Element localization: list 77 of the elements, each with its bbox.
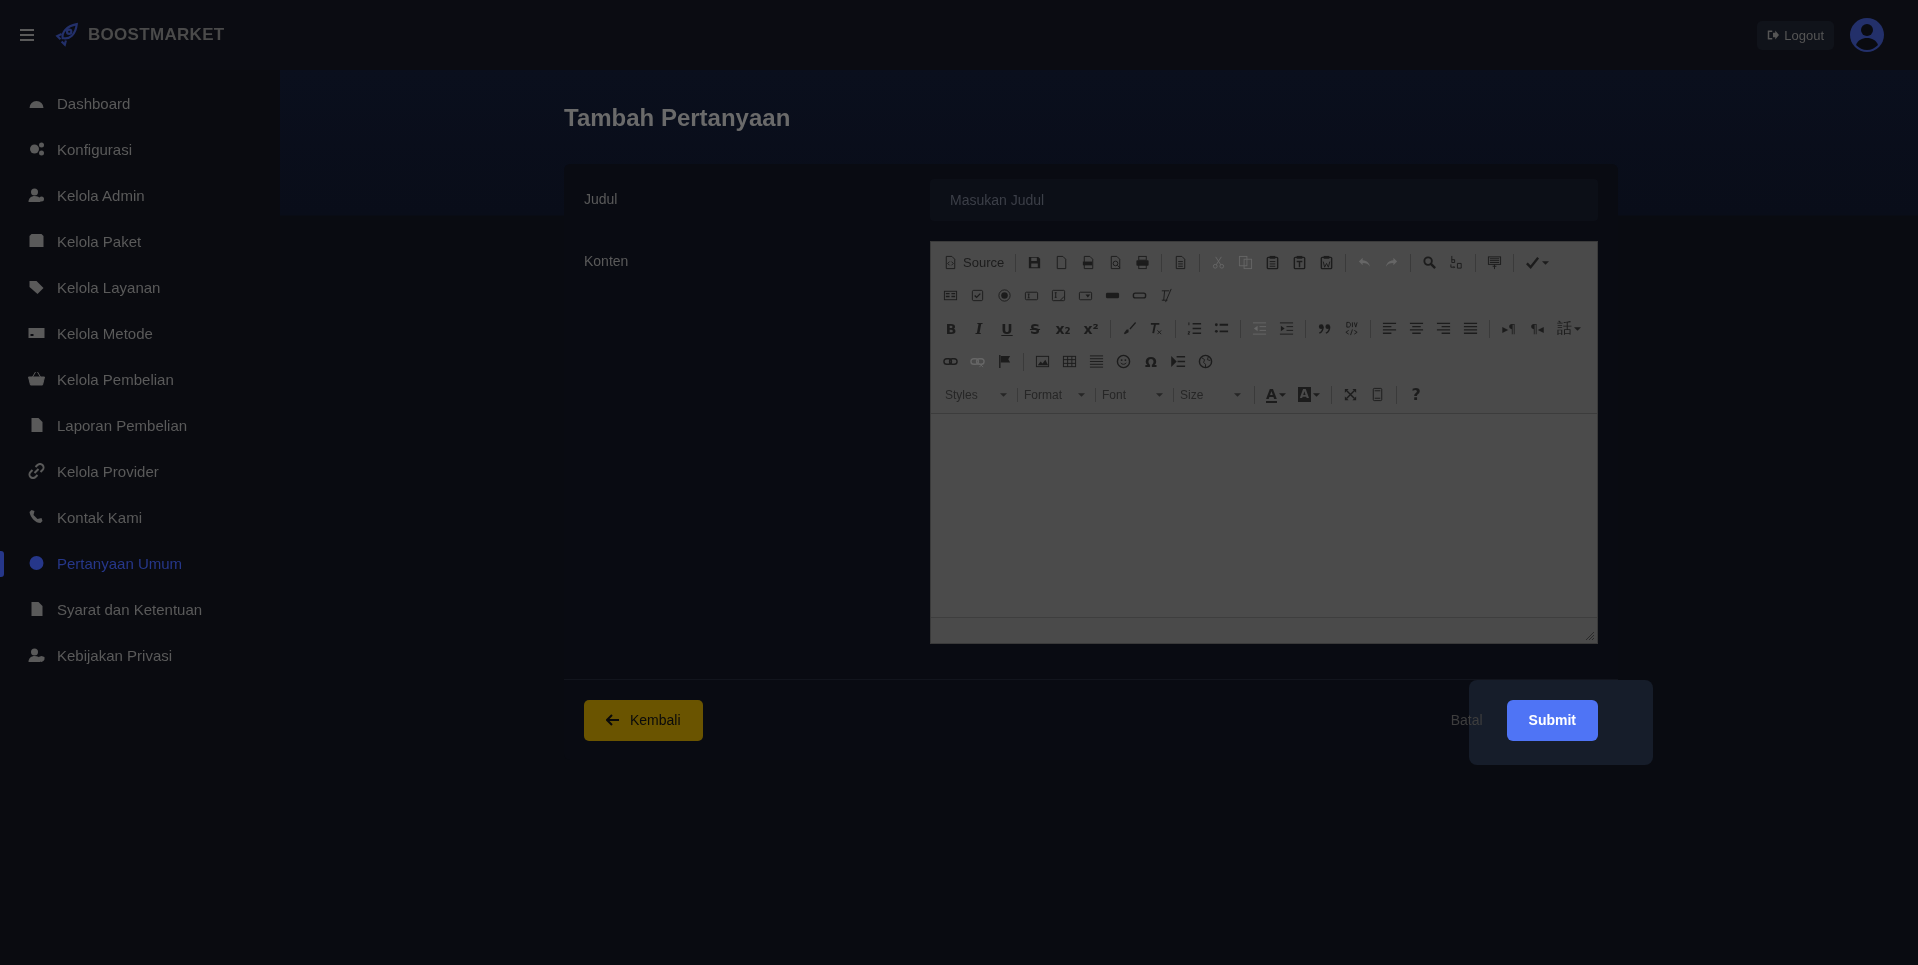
sidebar-item[interactable]: Kelola Admin (0, 172, 280, 218)
link-icon (28, 463, 45, 479)
sidebar-item[interactable]: Laporan Pembelian (0, 402, 280, 448)
caret-icon (1078, 392, 1085, 397)
sidebar-item[interactable]: Kelola Paket (0, 218, 280, 264)
sidebar-item[interactable]: Konfigurasi (0, 126, 280, 172)
sidebar-item[interactable]: Kontak Kami (0, 494, 280, 540)
field-label: Konten (584, 252, 630, 269)
card-icon (28, 325, 45, 341)
source-icon (943, 255, 958, 270)
caret-icon (1156, 392, 1163, 397)
flag-icon[interactable] (997, 354, 1012, 369)
align-center-icon[interactable] (1409, 321, 1424, 336)
ltr-button[interactable]: ▸¶ (1497, 321, 1521, 336)
user-gear-icon (28, 187, 45, 203)
smiley-icon[interactable] (1116, 354, 1131, 369)
sidebar-item[interactable]: Kelola Layanan (0, 264, 280, 310)
logout-icon (1767, 29, 1780, 41)
textarea-icon[interactable] (1051, 288, 1066, 303)
box-icon (28, 233, 45, 249)
indent-icon[interactable] (1279, 321, 1294, 336)
brand-name: BOOSTMARKET (88, 25, 225, 45)
maximize-icon[interactable] (1343, 387, 1359, 402)
search-icon[interactable] (1422, 255, 1438, 270)
user-shield-icon (28, 647, 45, 663)
align-right-icon[interactable] (1436, 321, 1451, 336)
submit-button[interactable]: Submit (1506, 699, 1598, 741)
logout-button[interactable]: Logout (1757, 20, 1834, 50)
active-indicator (0, 551, 4, 577)
sidebar-item[interactable]: Pertanyaan Umum (0, 540, 280, 586)
form-icon[interactable] (943, 288, 958, 303)
field-label: Judul (584, 190, 619, 207)
sidebar-item[interactable]: Kelola Metode (0, 310, 280, 356)
quote-icon[interactable] (1317, 321, 1332, 336)
radio-icon[interactable] (997, 288, 1012, 303)
globe-icon[interactable] (1198, 354, 1213, 369)
sidebar-item[interactable]: Dashboard (0, 80, 280, 126)
sidebar-item[interactable]: Kelola Provider (0, 448, 280, 494)
rtl-button[interactable]: ¶◂ (1525, 321, 1549, 336)
spellcheck-icon[interactable] (1525, 255, 1541, 270)
basket-icon (28, 371, 45, 387)
hidden-field-icon[interactable] (1159, 288, 1174, 303)
sidebar-item[interactable]: Kebijakan Privasi (0, 632, 280, 678)
caret-icon (1000, 392, 1007, 397)
print-icon[interactable] (1135, 255, 1151, 270)
horizontal-line-icon[interactable] (1089, 354, 1104, 369)
div-icon[interactable] (1344, 321, 1359, 336)
paste-icon[interactable] (1265, 255, 1281, 270)
tags-icon (28, 279, 45, 295)
sidebar-item[interactable]: Kelola Pembelian (0, 356, 280, 402)
page-title: Tambah Pertanyaan (564, 103, 792, 133)
rocket-icon (54, 22, 80, 48)
avatar-icon[interactable] (1850, 18, 1884, 52)
paste-text-icon[interactable] (1292, 255, 1308, 270)
align-left-icon[interactable] (1382, 321, 1397, 336)
back-button[interactable]: Kembali (584, 699, 703, 741)
caret-icon (1234, 392, 1241, 397)
brush-icon[interactable] (1122, 321, 1137, 336)
sidebar-item[interactable]: Syarat dan Ketentuan (0, 586, 280, 632)
caret-icon[interactable] (1542, 260, 1550, 265)
help-button[interactable]: ? (1404, 385, 1429, 404)
menu-icon[interactable] (20, 29, 34, 41)
checkbox-icon[interactable] (970, 288, 985, 303)
resize-grip-icon[interactable] (1586, 632, 1594, 640)
page-break-icon[interactable] (1171, 354, 1186, 369)
table-icon[interactable] (1062, 354, 1077, 369)
bulleted-list-icon[interactable] (1214, 321, 1229, 336)
justify-icon[interactable] (1463, 321, 1478, 336)
numbered-list-icon[interactable] (1187, 321, 1202, 336)
remove-format-icon[interactable] (1149, 321, 1164, 336)
replace-icon[interactable] (1449, 255, 1465, 270)
select-all-icon[interactable] (1487, 255, 1503, 270)
save-icon[interactable] (1027, 255, 1043, 270)
paste-word-icon[interactable] (1319, 255, 1335, 270)
left-arrow-icon (606, 714, 620, 726)
image-icon[interactable] (1035, 354, 1050, 369)
phone-icon (28, 509, 45, 525)
